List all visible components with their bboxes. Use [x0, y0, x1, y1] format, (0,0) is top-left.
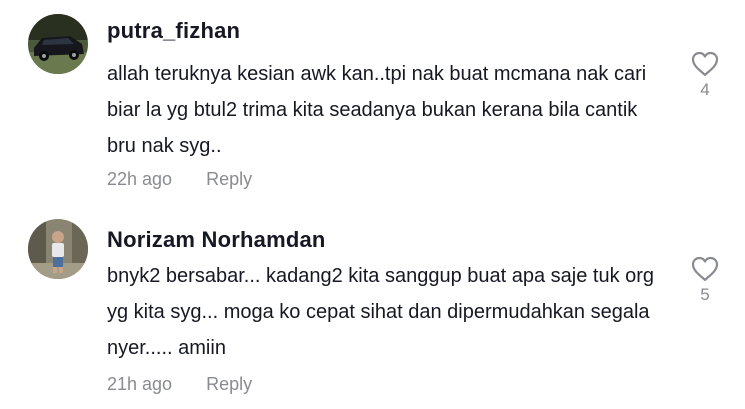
like-control: 4: [690, 50, 720, 100]
comment-text: allah teruknya kesian awk kan..tpi nak b…: [107, 63, 647, 157]
avatar-car-image: [28, 14, 88, 74]
comment-timestamp: 21h ago: [107, 374, 173, 394]
comment-timestamp: 22h ago: [107, 169, 173, 189]
comment-meta: 21h ago Reply: [107, 374, 252, 395]
reply-button[interactable]: Reply: [206, 374, 252, 394]
comment-username[interactable]: putra_fizhan: [107, 18, 240, 44]
reply-button[interactable]: Reply: [206, 169, 252, 189]
heart-icon[interactable]: [690, 255, 720, 283]
comment-meta: 22h ago Reply: [107, 169, 252, 190]
avatar[interactable]: [28, 219, 88, 279]
like-control: 5: [690, 255, 720, 305]
avatar-child-image: [28, 219, 88, 279]
like-count: 5: [700, 285, 710, 304]
comment-text: bnyk2 bersabar... kadang2 kita sanggup b…: [107, 265, 655, 359]
heart-icon[interactable]: [690, 50, 720, 78]
comment-item: putra_fizhan allah teruknya kesian awk k…: [0, 0, 745, 205]
like-count: 4: [700, 80, 710, 99]
comment-username[interactable]: Norizam Norhamdan: [107, 227, 326, 253]
avatar[interactable]: [28, 14, 88, 74]
comment-item: Norizam Norhamdan bnyk2 bersabar... kada…: [0, 205, 745, 409]
